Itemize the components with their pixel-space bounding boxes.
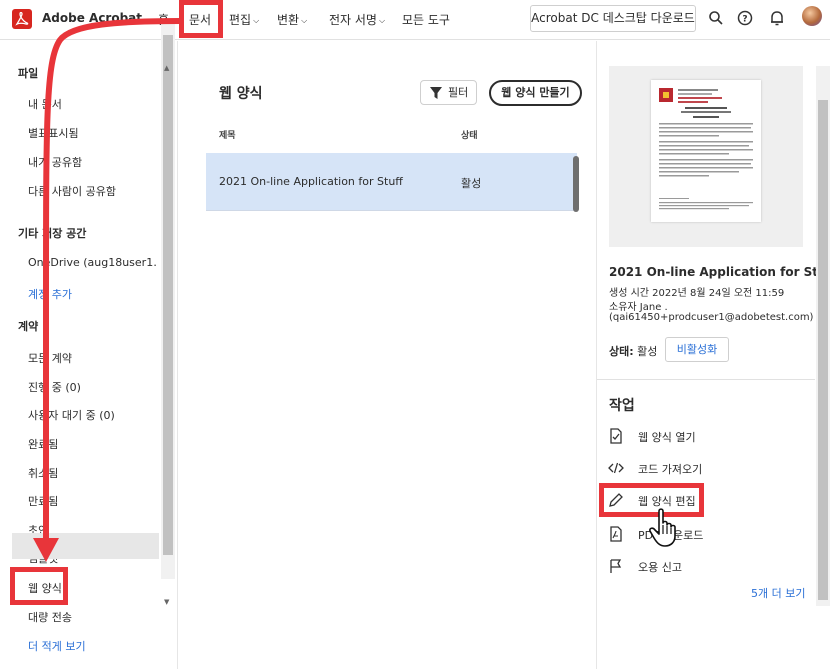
hand-cursor-icon [649, 508, 676, 547]
annotation-arrow [33, 18, 183, 562]
